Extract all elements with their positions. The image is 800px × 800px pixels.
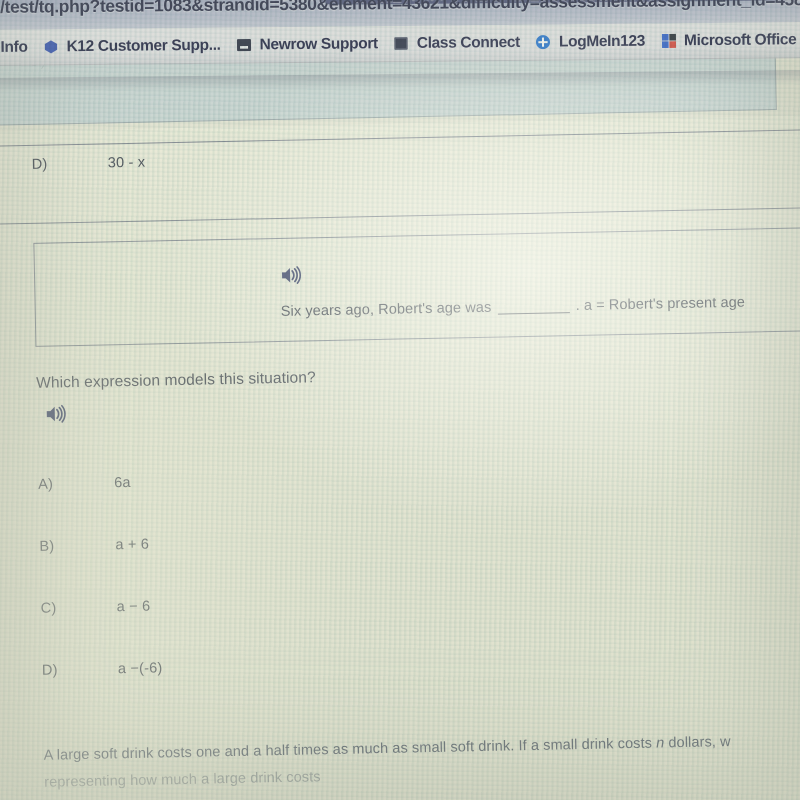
answer-choice-b-label: B)	[39, 538, 55, 555]
answer-choice-c-value: a − 6	[116, 598, 151, 616]
answer-choice-d-label: D)	[41, 662, 58, 679]
passage-audio-button[interactable]	[280, 265, 304, 284]
speaker-icon	[282, 266, 302, 284]
browser-chrome: /test/tq.php?testid=1083&strandid=5380&e…	[0, 0, 800, 66]
bookmark-label: Class Connect	[416, 33, 521, 52]
answer-choice-c-label: C)	[40, 600, 57, 617]
bookmark-k12-customer-support[interactable]: K12 Customer Supp...	[42, 36, 221, 56]
answer-choice-a-value: 6a	[114, 474, 131, 492]
bookmark-label: Newrow Support	[259, 34, 378, 53]
bookmark-newrow-support[interactable]: Newrow Support	[235, 34, 378, 54]
bookmark-microsoft-office[interactable]: Microsoft Office	[660, 31, 797, 50]
bookmark-class-connect[interactable]: Class Connect	[393, 33, 520, 52]
divider-middle	[0, 206, 800, 225]
office-squares-icon	[661, 33, 676, 49]
url-text: /test/tq.php?testid=1083&strandid=5380&e…	[0, 0, 800, 17]
bookmarks-info-text: Info	[0, 38, 28, 56]
bookmark-label: K12 Customer Supp...	[66, 36, 221, 55]
bookmark-logmein123[interactable]: LogMeIn123	[535, 32, 645, 51]
answer-choice-d-value: a −(-6)	[117, 660, 163, 678]
passage-blank	[497, 312, 570, 315]
bookmark-label: LogMeIn123	[558, 32, 646, 51]
question-prompt: Which expression models this situation?	[36, 369, 316, 392]
browser-screenshot: C) 10 D) 30 - x Six years ago, Robert's …	[0, 0, 800, 800]
dark-square-icon	[394, 37, 409, 50]
next-question-variable: n	[655, 735, 665, 752]
previous-question-strip: C) 10	[0, 33, 800, 132]
answer-choice-c[interactable]: C) a − 6	[41, 599, 151, 617]
dark-square-icon	[237, 38, 252, 52]
previous-choice-d[interactable]: D) 30 - x	[32, 155, 146, 173]
bookmarks-info-label[interactable]: Info	[0, 38, 27, 56]
answer-choice-a[interactable]: A) 6a	[38, 475, 131, 493]
answer-choice-b-value: a + 6	[115, 536, 150, 554]
passage-box	[33, 226, 800, 347]
test-question-page: C) 10 D) 30 - x Six years ago, Robert's …	[0, 33, 800, 800]
answer-choice-d[interactable]: D) a −(-6)	[42, 660, 163, 678]
previous-choice-d-label: D)	[31, 156, 48, 173]
circle-plus-icon	[536, 35, 551, 50]
next-question-line1-part2: dollars, w	[664, 733, 731, 752]
previous-choice-d-value: 30 - x	[107, 154, 146, 172]
speaker-icon	[46, 404, 66, 423]
answer-choice-a-label: A)	[38, 476, 54, 493]
hexagon-icon	[44, 40, 58, 54]
passage-text-after: . a = Robert's present age	[575, 294, 746, 315]
bookmark-label: Microsoft Office	[683, 30, 797, 49]
question-audio-button[interactable]	[45, 404, 69, 423]
answer-choice-b[interactable]: B) a + 6	[39, 537, 149, 555]
next-question-text: A large soft drink costs one and a half …	[43, 726, 800, 797]
divider-top	[0, 128, 800, 147]
